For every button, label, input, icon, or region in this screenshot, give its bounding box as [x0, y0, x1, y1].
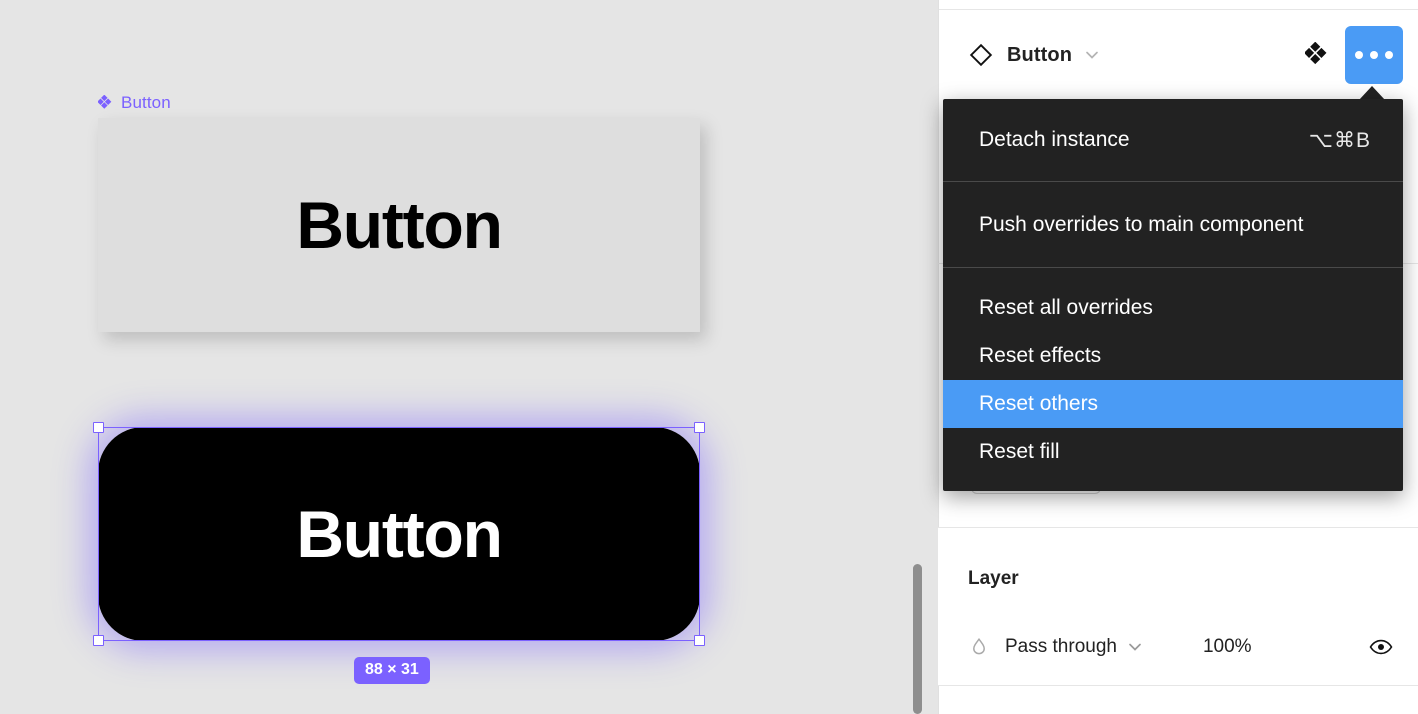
- component-diamond-icon: [98, 95, 112, 109]
- eye-icon[interactable]: [1368, 634, 1394, 660]
- resize-handle-bottom-left[interactable]: [93, 635, 104, 646]
- swap-instance-icon: [1305, 42, 1327, 65]
- selection-size-badge: 88 × 31: [354, 657, 430, 684]
- menu-item-label: Reset effects: [979, 344, 1102, 367]
- chevron-down-icon[interactable]: [1082, 45, 1102, 65]
- menu-item-label: Reset others: [979, 392, 1099, 415]
- instance-diamond-icon: [969, 43, 993, 67]
- menu-item-reset-fill[interactable]: Reset fill: [943, 428, 1403, 476]
- canvas-vertical-scrollbar[interactable]: [913, 564, 922, 714]
- menu-item-label: Detach instance: [979, 128, 1130, 151]
- more-options-button[interactable]: [1345, 26, 1403, 84]
- black-button-artboard[interactable]: Button: [98, 427, 700, 641]
- more-options-icon: [1370, 51, 1378, 59]
- chevron-down-icon[interactable]: [1125, 637, 1145, 657]
- context-menu-section: Push overrides to main component: [943, 182, 1403, 267]
- menu-item-reset-all-overrides[interactable]: Reset all overrides: [943, 284, 1403, 332]
- component-name-label[interactable]: Button: [98, 92, 171, 114]
- resize-handle-bottom-right[interactable]: [694, 635, 705, 646]
- blend-mode-icon: [973, 637, 985, 655]
- more-options-icon: [1355, 51, 1363, 59]
- menu-item-label: Reset all overrides: [979, 296, 1153, 319]
- more-options-icon: [1385, 51, 1393, 59]
- context-menu-section: Reset all overrides Reset effects Reset …: [943, 268, 1403, 491]
- menu-item-detach-instance[interactable]: Detach instance ⌥⌘B: [943, 99, 1403, 181]
- swap-instance-button[interactable]: [1299, 36, 1337, 74]
- menu-item-reset-effects[interactable]: Reset effects: [943, 332, 1403, 380]
- blend-mode-value[interactable]: Pass through: [1005, 636, 1117, 658]
- component-name-text: Button: [121, 93, 171, 112]
- instance-header: Button: [939, 10, 1418, 100]
- instance-name: Button: [1007, 43, 1073, 66]
- gray-button-label: Button: [296, 188, 503, 262]
- menu-item-push-overrides[interactable]: Push overrides to main component: [943, 182, 1403, 267]
- layer-properties-row: Pass through 100%: [938, 624, 1418, 670]
- resize-handle-top-left[interactable]: [93, 422, 104, 433]
- figma-editor-window: Button Button Button 88 × 31 Button Laye…: [0, 0, 1418, 714]
- layer-section: Layer Pass through 100%: [938, 528, 1418, 685]
- opacity-value[interactable]: 100%: [1203, 636, 1252, 658]
- context-menu-caret: [1359, 86, 1385, 100]
- layer-section-title: Layer: [968, 568, 1019, 589]
- gray-button-artboard[interactable]: Button: [98, 118, 700, 332]
- menu-item-label: Push overrides to main component: [979, 212, 1304, 236]
- black-button-label: Button: [296, 497, 503, 571]
- menu-item-shortcut: ⌥⌘B: [1308, 128, 1371, 152]
- panel-section-divider: [938, 685, 1418, 686]
- resize-handle-top-right[interactable]: [694, 422, 705, 433]
- menu-item-reset-others[interactable]: Reset others: [943, 380, 1403, 428]
- design-canvas[interactable]: Button Button Button 88 × 31: [0, 0, 938, 714]
- context-menu-section: Detach instance ⌥⌘B: [943, 99, 1403, 181]
- menu-item-label: Reset fill: [979, 440, 1060, 463]
- instance-options-context-menu[interactable]: Detach instance ⌥⌘B Push overrides to ma…: [943, 99, 1403, 491]
